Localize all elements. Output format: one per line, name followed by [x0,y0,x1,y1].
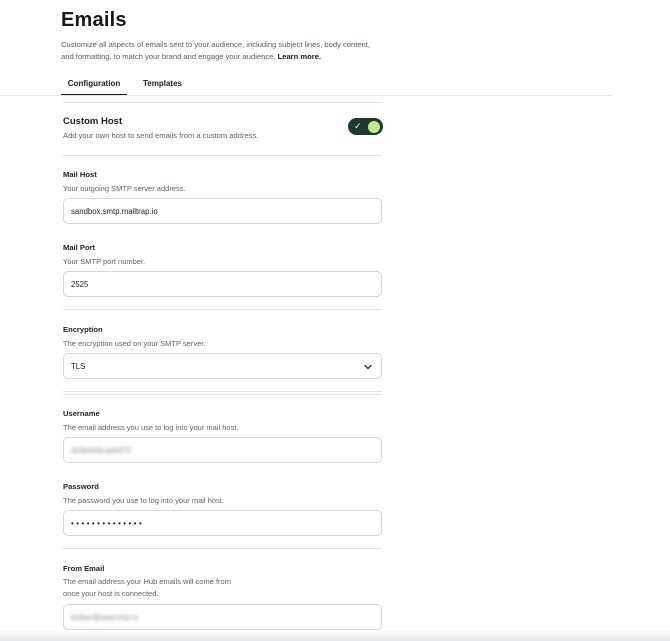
password-input[interactable]: •••••••••••••• [63,510,382,536]
page-description: Customize all aspects of emails sent to … [61,39,381,63]
learn-more-link[interactable]: Learn more. [278,52,321,61]
custom-host-toggle[interactable]: ✓ [348,118,383,135]
tab-configuration[interactable]: Configuration [61,76,127,96]
toggle-knob [368,120,380,133]
tab-bar: Configuration Templates [61,76,182,96]
section-divider [63,102,382,103]
password-value: •••••••••••••• [71,518,145,528]
mail-host-description: Your outgoing SMTP server address. [63,184,186,193]
section-divider [63,155,382,156]
from-email-input[interactable]: lorikar@searchia.io [63,604,382,630]
username-description: The email address you use to log into yo… [63,423,239,432]
encryption-label: Encryption [63,325,103,334]
mail-port-value: 2525 [71,279,89,289]
section-divider [63,391,382,392]
custom-host-description: Add your own host to send emails from a … [63,131,259,140]
mail-host-value: sandbox.smtp.mailtrap.io [71,206,158,216]
password-description: The password you use to log into your ma… [63,496,224,505]
tabs-divider [0,95,612,96]
from-email-label: From Email [63,564,105,573]
section-divider [63,394,382,395]
mail-host-label: Mail Host [63,170,97,179]
bottom-fade [0,629,670,641]
mail-port-description: Your SMTP port number. [63,257,146,266]
from-email-value: lorikar@searchia.io [71,612,138,622]
password-label: Password [63,482,99,491]
section-divider [63,548,382,549]
section-divider [63,309,382,310]
encryption-description: The encryption used on your SMTP server. [63,339,206,348]
encryption-value: TLS [71,361,86,371]
page-title: Emails [61,9,127,31]
mail-host-input[interactable]: sandbox.smtp.mailtrap.io [63,198,382,224]
mail-port-input[interactable]: 2525 [63,271,382,297]
tab-templates[interactable]: Templates [143,76,182,96]
username-input[interactable]: dc9b4a6cadd470 [63,437,382,463]
checkmark-icon: ✓ [354,121,362,131]
username-value: dc9b4a6cadd470 [71,445,131,455]
mail-port-label: Mail Port [63,243,96,252]
encryption-select[interactable]: TLS [63,353,382,379]
username-label: Username [63,409,100,418]
chevron-down-icon [364,364,372,370]
from-email-description: The email address your Hub emails will c… [63,577,231,598]
custom-host-title: Custom Host [63,116,123,127]
page-description-text: Customize all aspects of emails sent to … [61,40,370,61]
